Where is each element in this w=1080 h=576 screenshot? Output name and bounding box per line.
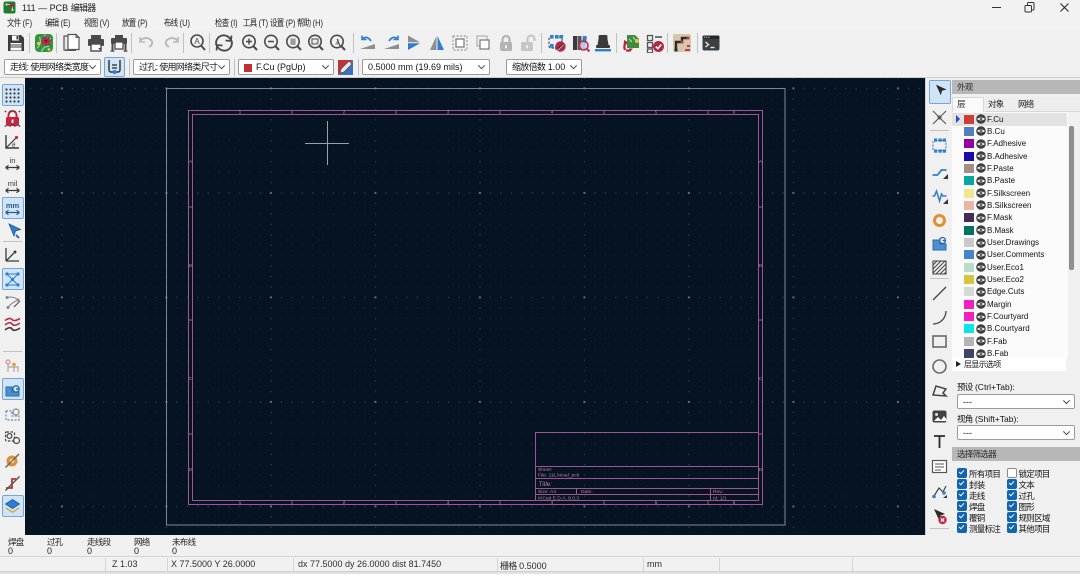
svg-text:B: B [759, 263, 762, 269]
svg-text:2: 2 [343, 500, 346, 506]
svg-text:Sheet:: Sheet: [538, 467, 552, 473]
svg-text:5: 5 [655, 500, 658, 506]
svg-text:3: 3 [447, 110, 450, 116]
svg-text:Date:: Date: [581, 489, 593, 495]
svg-text:KiCad E.D.A. 8.0.3: KiCad E.D.A. 8.0.3 [538, 495, 579, 501]
svg-text:2: 2 [343, 110, 346, 116]
svg-text:6: 6 [733, 110, 736, 116]
svg-text:1: 1 [239, 110, 242, 116]
svg-text:5: 5 [655, 110, 658, 116]
svg-text:6: 6 [733, 500, 736, 506]
svg-text:Id: 1/1: Id: 1/1 [713, 495, 727, 501]
svg-text:4: 4 [551, 110, 554, 116]
svg-text:in: in [10, 156, 16, 165]
svg-text:A: A [194, 37, 200, 46]
svg-text:1: 1 [239, 500, 242, 506]
svg-text:C: C [189, 376, 193, 382]
svg-text:mil: mil [8, 179, 18, 188]
svg-text:File: 111.kicad_pcb: File: 111.kicad_pcb [538, 473, 580, 479]
svg-text:Title:: Title: [539, 481, 553, 488]
svg-text:mm: mm [6, 201, 20, 210]
svg-text:Rev:: Rev: [713, 489, 723, 495]
svg-text:C: C [759, 376, 763, 382]
svg-text:D: D [759, 467, 763, 473]
svg-text:3: 3 [447, 500, 450, 506]
svg-text:D: D [189, 467, 193, 473]
svg-text:B: B [189, 263, 192, 269]
svg-text:Size: A4: Size: A4 [538, 489, 556, 495]
